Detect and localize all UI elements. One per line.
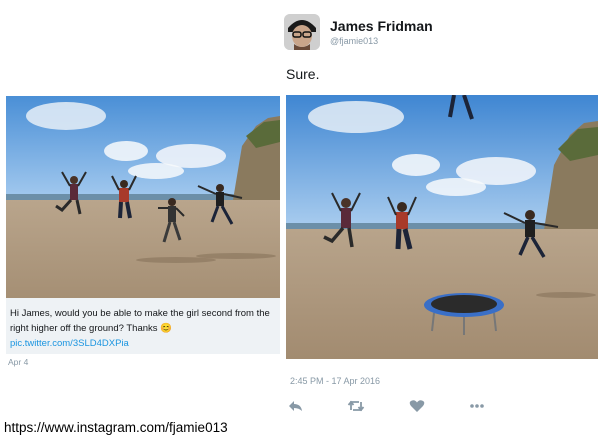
reply-icon[interactable]	[288, 399, 304, 413]
author-name[interactable]: James Fridman	[330, 18, 433, 34]
tweet-timestamp[interactable]: 2:45 PM - 17 Apr 2016	[290, 376, 380, 386]
instagram-url[interactable]: https://www.instagram.com/fjamie013	[4, 420, 228, 435]
smile-emoji: 😊	[160, 323, 173, 334]
pic-link[interactable]: pic.twitter.com/3SLD4DXPia	[10, 336, 276, 351]
tweet-caption: Hi James, would you be able to make the …	[6, 298, 280, 354]
tweet-date: Apr 4	[8, 357, 29, 367]
original-photo[interactable]	[6, 96, 280, 298]
avatar[interactable]	[284, 14, 320, 50]
heart-icon[interactable]	[409, 399, 425, 413]
avatar-image	[284, 14, 320, 50]
more-icon[interactable]	[469, 399, 485, 413]
beach-jump-photo-left	[6, 96, 280, 298]
reply-text: Sure.	[286, 66, 320, 82]
edited-photo[interactable]	[286, 95, 598, 359]
author-handle[interactable]: @fjamie013	[330, 36, 378, 46]
retweet-icon[interactable]	[347, 399, 365, 413]
caption-text: Hi James, would you be able to make the …	[10, 308, 270, 334]
beach-jump-photo-right	[286, 95, 598, 359]
